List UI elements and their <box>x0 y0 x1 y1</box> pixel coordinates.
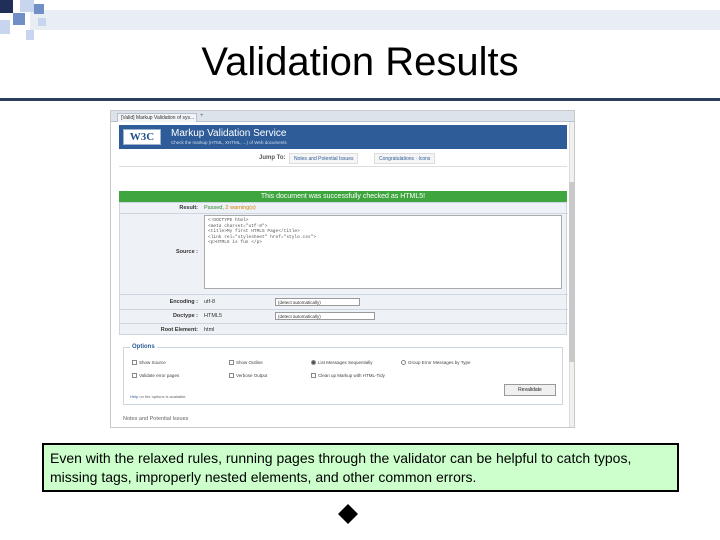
new-tab-icon[interactable]: + <box>200 113 204 119</box>
option-show-outline[interactable]: Show Outline <box>229 360 263 366</box>
w3c-logo[interactable]: W3C <box>123 129 161 145</box>
checkbox[interactable] <box>229 373 234 379</box>
option-show-source[interactable]: Show Source <box>132 360 166 366</box>
divider <box>120 323 568 324</box>
option-label: Group Error Messages by Type <box>408 360 471 365</box>
slide-title: Validation Results <box>201 40 519 84</box>
option-label: List Messages Sequentially <box>318 360 373 365</box>
result-pass: Passed, <box>204 205 224 211</box>
source-textarea[interactable]: <!DOCTYPE html> <meta charset="utf-8"> <… <box>204 215 562 289</box>
browser-tab-strip: [Valid] Markup Validation of sys... + <box>111 111 574 122</box>
checkbox[interactable] <box>229 360 234 366</box>
radio-button[interactable] <box>401 360 406 366</box>
doctype-label: Doctype : <box>172 313 198 319</box>
scrollbar-thumb[interactable] <box>569 182 574 362</box>
help-text: on the options is available. <box>139 394 187 399</box>
encoding-value: utf-8 <box>204 299 216 305</box>
title-divider <box>0 98 720 101</box>
jump-link-notes[interactable]: Notes and Potential Issues <box>289 153 359 164</box>
browser-tab[interactable]: [Valid] Markup Validation of sys... <box>117 113 197 122</box>
options-help: Help on the options is available. <box>130 394 187 399</box>
options-panel: Options Show Source Show Outline List Me… <box>123 344 563 405</box>
encoding-select[interactable]: (detect automatically) <box>275 298 360 306</box>
revalidate-button[interactable]: Revalidate <box>504 384 556 396</box>
option-group-by-type[interactable]: Group Error Messages by Type <box>401 360 471 366</box>
option-verbose[interactable]: Verbose Output <box>229 373 268 379</box>
checkbox[interactable] <box>132 373 137 379</box>
radio-button[interactable] <box>311 360 316 366</box>
options-legend[interactable]: Options <box>130 344 157 350</box>
validator-header: W3C Markup Validation Service Check the … <box>119 125 567 149</box>
option-label: Validate error pages <box>139 373 180 378</box>
doctype-select[interactable]: (detect automatically) <box>275 312 375 320</box>
result-value: Passed, 2 warning(s) <box>204 205 256 211</box>
validator-screenshot: [Valid] Markup Validation of sys... + W3… <box>110 110 575 428</box>
navigation-arrow-icon[interactable] <box>337 503 359 525</box>
jump-to-bar: Jump To: Notes and Potential Issues Cong… <box>119 151 567 167</box>
option-list-sequentially[interactable]: List Messages Sequentially <box>311 360 373 366</box>
divider <box>120 309 568 310</box>
option-label: Clean up Markup with HTML-Tidy <box>318 373 385 378</box>
root-element-value: html <box>204 327 215 333</box>
option-label: Show Source <box>139 360 166 365</box>
service-title: Markup Validation Service <box>171 128 287 139</box>
slide-caption: Even with the relaxed rules, running pag… <box>42 443 679 492</box>
encoding-label: Encoding : <box>169 299 198 305</box>
result-label: Result: <box>179 205 198 211</box>
source-line: <p>HTML5 is fun </p> <box>208 240 263 245</box>
slide-top-band <box>30 10 720 30</box>
option-label: Show Outline <box>236 360 263 365</box>
results-table: Result: Passed, 2 warning(s) Source : <!… <box>119 202 568 335</box>
service-subtitle: Check the markup (HTML, XHTML, ...) of W… <box>171 140 287 145</box>
option-clean-up[interactable]: Clean up Markup with HTML-Tidy <box>311 373 385 379</box>
jump-link-congratulations[interactable]: Congratulations · Icons <box>374 153 436 164</box>
scrollbar[interactable] <box>569 122 574 427</box>
result-warnings[interactable]: 2 warning(s) <box>225 205 255 211</box>
notes-heading: Notes and Potential Issues <box>123 416 189 422</box>
jump-to-label: Jump To: <box>259 155 286 161</box>
help-link[interactable]: Help <box>130 394 138 399</box>
option-validate-error-pages[interactable]: Validate error pages <box>132 373 180 379</box>
root-element-label: Root Element: <box>160 327 198 333</box>
option-label: Verbose Output <box>236 373 268 378</box>
checkbox[interactable] <box>132 360 137 366</box>
doctype-value: HTML5 <box>204 313 223 319</box>
source-label: Source : <box>175 249 198 255</box>
success-banner: This document was successfully checked a… <box>119 191 567 202</box>
divider <box>120 294 568 295</box>
divider <box>120 213 568 214</box>
checkbox[interactable] <box>311 373 316 379</box>
